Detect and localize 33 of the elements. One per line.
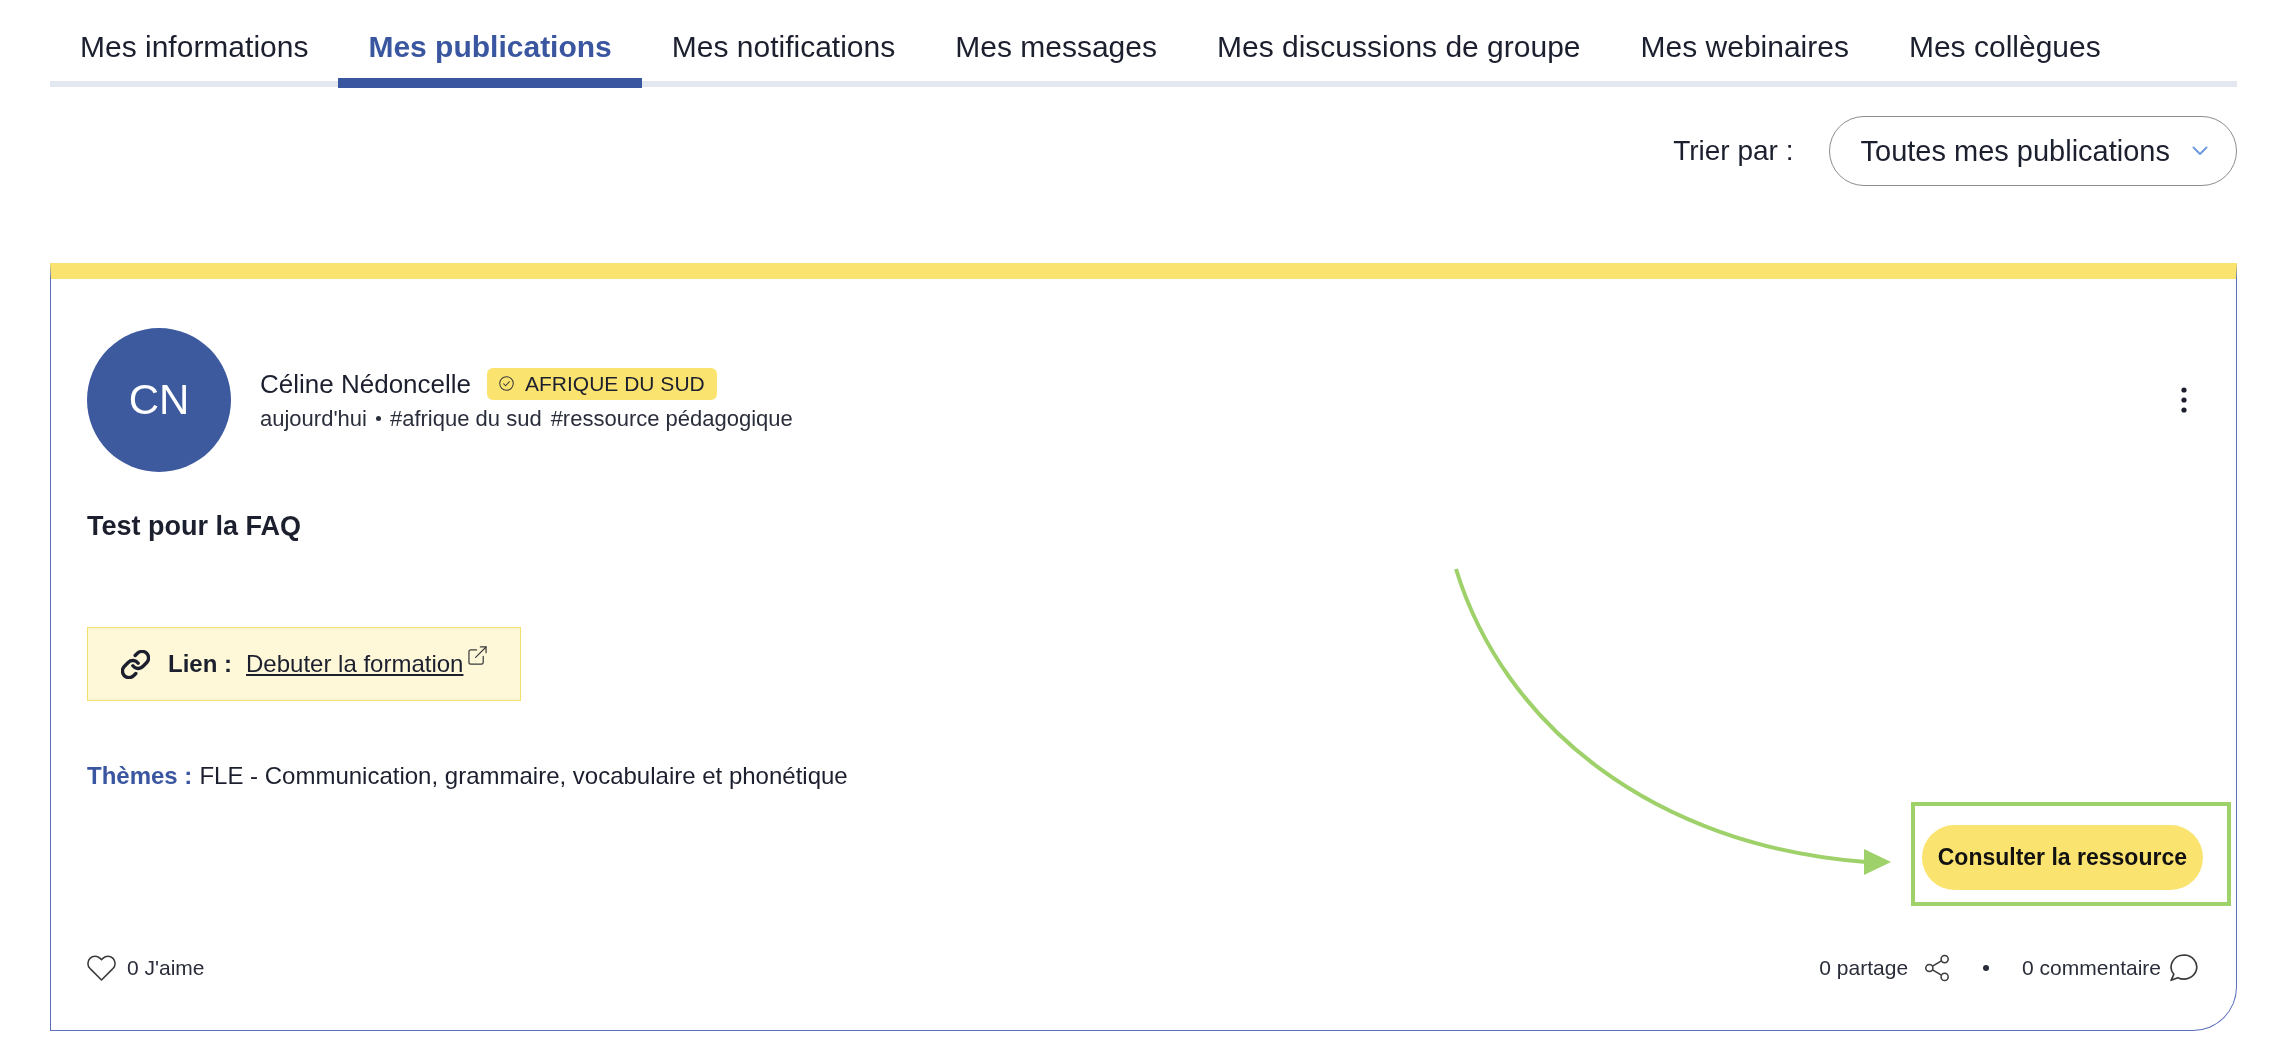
tab[interactable]: Mes messages [925, 0, 1187, 88]
bullet-icon [1983, 965, 1990, 971]
avatar: CN [87, 328, 231, 472]
link-icon [121, 649, 150, 679]
link-label: Lien : [168, 650, 232, 678]
tab[interactable]: Mes informations [50, 0, 339, 88]
tab[interactable]: Mes publications [338, 0, 642, 88]
comment-button[interactable]: 0 commentaire [2022, 954, 2203, 982]
tab[interactable]: Mes discussions de groupe [1187, 0, 1611, 88]
tab[interactable]: Mes webinaires [1610, 0, 1879, 88]
like-button[interactable]: 0 J'aime [87, 955, 205, 981]
resource-link[interactable]: Debuter la formation [246, 650, 464, 678]
external-link-icon [468, 646, 488, 665]
themes-label: Thèmes : [87, 761, 193, 791]
check-circle-icon [499, 376, 515, 391]
more-options-icon[interactable] [2180, 387, 2188, 413]
chevron-down-icon [2192, 146, 2208, 156]
tab[interactable]: Mes notifications [641, 0, 926, 88]
heart-icon [87, 955, 116, 981]
sort-label: Trier par : [1673, 134, 1794, 168]
themes-value: FLE - Communication, grammaire, vocabulaire et phonétique [199, 761, 848, 791]
country-name: AFRIQUE DU SUD [525, 370, 705, 397]
consult-button[interactable]: Consulter la ressource [1921, 825, 2203, 890]
tab[interactable]: Mes collègues [1878, 0, 2131, 88]
share-icon [1924, 954, 1951, 982]
speech-bubble-icon [2170, 954, 2198, 982]
post-date: aujourd'hui [260, 404, 367, 433]
hashtag: #ressource pédagogique [550, 404, 793, 433]
bullet-icon [375, 416, 381, 421]
post-title: Test pour la FAQ [87, 510, 303, 543]
share-button[interactable]: 0 partage [1819, 954, 1951, 982]
author-name[interactable]: Céline Nédoncelle [260, 366, 472, 401]
hashtag: #afrique du sud [389, 404, 542, 433]
